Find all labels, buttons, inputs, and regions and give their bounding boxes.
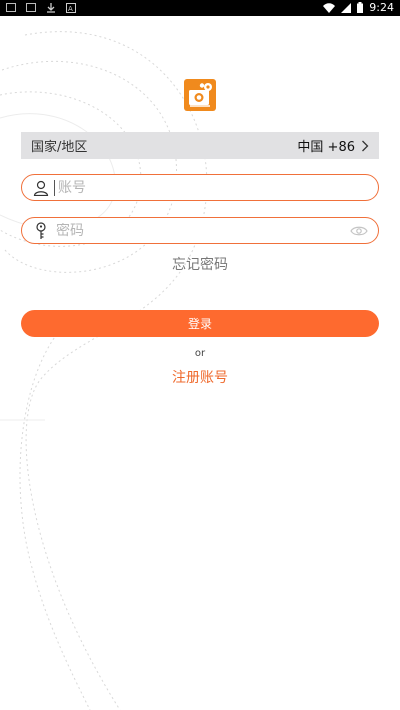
- forgot-password-link[interactable]: 忘记密码: [0, 254, 400, 274]
- login-button[interactable]: 登录: [21, 310, 379, 337]
- country-code-display: 中国 +86: [297, 136, 369, 155]
- password-field[interactable]: [21, 217, 379, 244]
- camera-gear-icon: [189, 83, 212, 107]
- country-region-selector[interactable]: 国家/地区 中国 +86: [21, 132, 379, 159]
- status-time: 9:24: [369, 1, 394, 14]
- background-decoration: [0, 31, 208, 710]
- status-left-icons: A: [6, 3, 76, 13]
- country-region-label: 国家/地区: [31, 140, 88, 155]
- signal-icon: [341, 2, 352, 13]
- status-right: 9:24: [323, 1, 394, 14]
- app-icon: A: [66, 3, 76, 13]
- chevron-right-icon: [362, 140, 369, 151]
- wifi-icon: [323, 2, 336, 13]
- svg-text:A: A: [68, 5, 73, 13]
- battery-icon: [357, 2, 364, 13]
- account-field[interactable]: [21, 174, 379, 201]
- download-icon: [47, 3, 55, 13]
- app-logo: [184, 79, 216, 111]
- country-code-value: 中国 +86: [297, 140, 355, 155]
- user-icon: [28, 176, 54, 200]
- notification-icon: [6, 3, 16, 12]
- mail-icon: [26, 3, 36, 12]
- or-separator: or: [194, 348, 206, 359]
- account-input[interactable]: [56, 179, 378, 196]
- text-cursor: [54, 179, 55, 196]
- status-bar: A 9:24: [0, 0, 400, 16]
- eye-icon[interactable]: [348, 221, 370, 241]
- register-account-link[interactable]: 注册账号: [0, 367, 400, 387]
- password-input[interactable]: [54, 222, 348, 239]
- key-icon: [28, 219, 54, 243]
